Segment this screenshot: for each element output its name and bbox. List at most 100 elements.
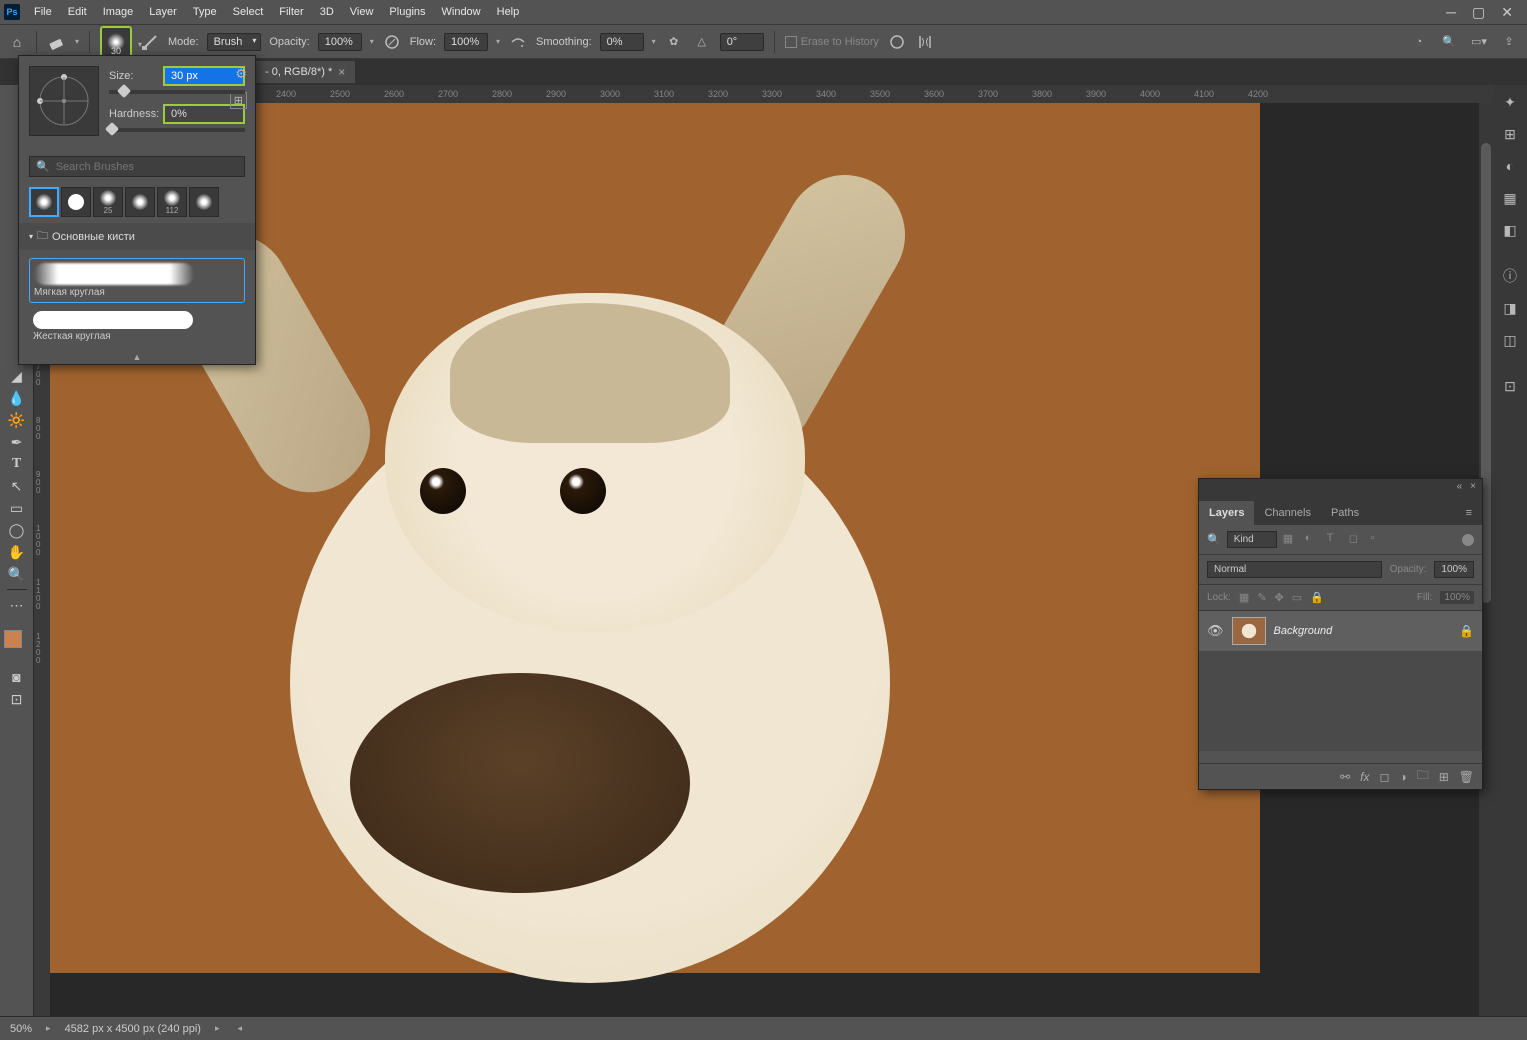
menu-layer[interactable]: Layer: [141, 0, 185, 24]
filter-adjust-icon[interactable]: ◐: [1305, 532, 1321, 548]
brush-search[interactable]: 🔍: [29, 156, 245, 177]
close-tab-icon[interactable]: ×: [338, 65, 345, 79]
adjustment-layer-icon[interactable]: ◑: [1399, 770, 1406, 784]
panel-menu-icon[interactable]: ≡: [1456, 501, 1482, 525]
brush-settings-icon[interactable]: [140, 32, 160, 52]
zoom-level[interactable]: 50%: [10, 1023, 32, 1035]
edit-toolbar-icon[interactable]: ⋯: [3, 594, 31, 616]
brush-item-hard-round[interactable]: Жесткая круглая: [29, 307, 245, 346]
recent-brush[interactable]: [189, 187, 219, 217]
quick-mask-icon[interactable]: ◙: [3, 666, 31, 688]
color-panel-icon[interactable]: ✦: [1499, 91, 1521, 113]
layers-panel-icon[interactable]: ◨: [1499, 297, 1521, 319]
ruler-horizontal[interactable]: 20002100 22002300 24002500 26002700 2800…: [50, 85, 1493, 103]
doc-info[interactable]: 4582 px x 4500 px (240 ppi): [65, 1023, 201, 1035]
filter-toggle[interactable]: [1462, 534, 1474, 546]
menu-filter[interactable]: Filter: [271, 0, 311, 24]
layer-thumbnail[interactable]: [1232, 617, 1266, 645]
menu-image[interactable]: Image: [95, 0, 142, 24]
tab-layers[interactable]: Layers: [1199, 501, 1254, 525]
brush-tip-preview[interactable]: [29, 66, 99, 136]
document-tab[interactable]: - 0, RGB/8*) * ×: [255, 61, 355, 83]
gradients-panel-icon[interactable]: ◐: [1499, 155, 1521, 177]
smoothing-input[interactable]: 0%: [600, 33, 644, 51]
lock-icon[interactable]: 🔒: [1459, 624, 1474, 638]
hardness-slider[interactable]: [109, 128, 245, 132]
recent-brush[interactable]: 112: [157, 187, 187, 217]
filter-smart-icon[interactable]: ▫: [1371, 532, 1387, 548]
ellipse-tool[interactable]: ◯: [3, 519, 31, 541]
properties-panel-icon[interactable]: ⓘ: [1499, 265, 1521, 287]
color-swatches[interactable]: [4, 622, 30, 652]
flow-input[interactable]: 100%: [444, 33, 488, 51]
layer-row[interactable]: 👁 Background 🔒: [1199, 611, 1482, 651]
libraries-panel-icon[interactable]: ⊡: [1499, 375, 1521, 397]
tab-channels[interactable]: Channels: [1254, 501, 1320, 525]
zoom-tool[interactable]: 🔍: [3, 563, 31, 585]
pressure-opacity-icon[interactable]: [382, 32, 402, 52]
mode-select[interactable]: Brush ▾: [207, 33, 262, 51]
pressure-size-icon[interactable]: [887, 32, 907, 52]
menu-3d[interactable]: 3D: [312, 0, 342, 24]
minimize-icon[interactable]: ─: [1446, 4, 1456, 21]
recent-brush[interactable]: [61, 187, 91, 217]
opacity-select[interactable]: 100%: [1434, 561, 1474, 578]
kind-select[interactable]: Kind: [1227, 531, 1277, 548]
lock-pixels-icon[interactable]: ✎: [1257, 591, 1266, 604]
filter-type-icon[interactable]: T: [1327, 532, 1343, 548]
path-select-tool[interactable]: ↖: [3, 475, 31, 497]
cloud-docs-icon[interactable]: ◔: [1409, 32, 1429, 52]
layer-style-icon[interactable]: fx: [1360, 770, 1369, 784]
lock-artboard-icon[interactable]: ▭: [1292, 591, 1302, 604]
opacity-input[interactable]: 100%: [318, 33, 362, 51]
adjustments-panel-icon[interactable]: ◧: [1499, 219, 1521, 241]
eraser-tool-icon[interactable]: [47, 32, 67, 52]
brush-item-soft-round[interactable]: Мягкая круглая: [29, 258, 245, 303]
close-panel-icon[interactable]: ×: [1470, 481, 1476, 495]
visibility-icon[interactable]: 👁: [1207, 623, 1224, 639]
menu-select[interactable]: Select: [225, 0, 272, 24]
brush-preset-picker[interactable]: 30 ▾: [100, 26, 132, 58]
recent-brush[interactable]: 25: [93, 187, 123, 217]
link-layers-icon[interactable]: ⚯: [1340, 770, 1350, 784]
channels-panel-icon[interactable]: ◫: [1499, 329, 1521, 351]
collapse-icon[interactable]: «: [1457, 481, 1463, 495]
lock-all-icon[interactable]: 🔒: [1310, 591, 1324, 604]
menu-file[interactable]: File: [26, 0, 60, 24]
resize-handle-icon[interactable]: ▲: [133, 352, 142, 362]
dodge-tool[interactable]: 🔆: [3, 409, 31, 431]
blend-mode-select[interactable]: Normal: [1207, 561, 1382, 578]
fill-select[interactable]: 100%: [1440, 591, 1474, 604]
layer-mask-icon[interactable]: ◻: [1379, 770, 1389, 784]
filter-pixel-icon[interactable]: ▦: [1283, 532, 1299, 548]
menu-type[interactable]: Type: [185, 0, 225, 24]
patterns-panel-icon[interactable]: ▦: [1499, 187, 1521, 209]
recent-brush[interactable]: [29, 187, 59, 217]
brush-folder[interactable]: ▾ 🗀 Основные кисти: [19, 223, 255, 250]
filter-shape-icon[interactable]: ◻: [1349, 532, 1365, 548]
menu-help[interactable]: Help: [489, 0, 528, 24]
new-preset-icon[interactable]: ⊞: [230, 92, 247, 109]
group-icon[interactable]: 🗀: [1417, 766, 1429, 787]
close-icon[interactable]: ✕: [1501, 4, 1513, 21]
search-icon[interactable]: 🔍: [1439, 32, 1459, 52]
hand-tool[interactable]: ✋: [3, 541, 31, 563]
rectangle-tool[interactable]: ▭: [3, 497, 31, 519]
maximize-icon[interactable]: ▢: [1472, 4, 1485, 21]
gradient-tool[interactable]: ◢: [3, 365, 31, 387]
tab-paths[interactable]: Paths: [1321, 501, 1369, 525]
symmetry-icon[interactable]: [915, 32, 935, 52]
layer-name[interactable]: Background: [1274, 625, 1452, 637]
chevron-down-icon[interactable]: ▾: [370, 37, 374, 46]
type-tool[interactable]: T: [3, 453, 31, 475]
size-input[interactable]: 30 px: [163, 66, 245, 86]
pen-tool[interactable]: ✒: [3, 431, 31, 453]
menu-plugins[interactable]: Plugins: [381, 0, 433, 24]
screen-mode-icon[interactable]: ⊡: [3, 688, 31, 710]
swatches-panel-icon[interactable]: ⊞: [1499, 123, 1521, 145]
chevron-down-icon[interactable]: ▾: [652, 37, 656, 46]
workspace-icon[interactable]: ▭▾: [1469, 32, 1489, 52]
delete-layer-icon[interactable]: 🗑: [1459, 770, 1474, 784]
erase-history-checkbox[interactable]: Erase to History: [785, 36, 879, 48]
angle-input[interactable]: 0°: [720, 33, 764, 51]
